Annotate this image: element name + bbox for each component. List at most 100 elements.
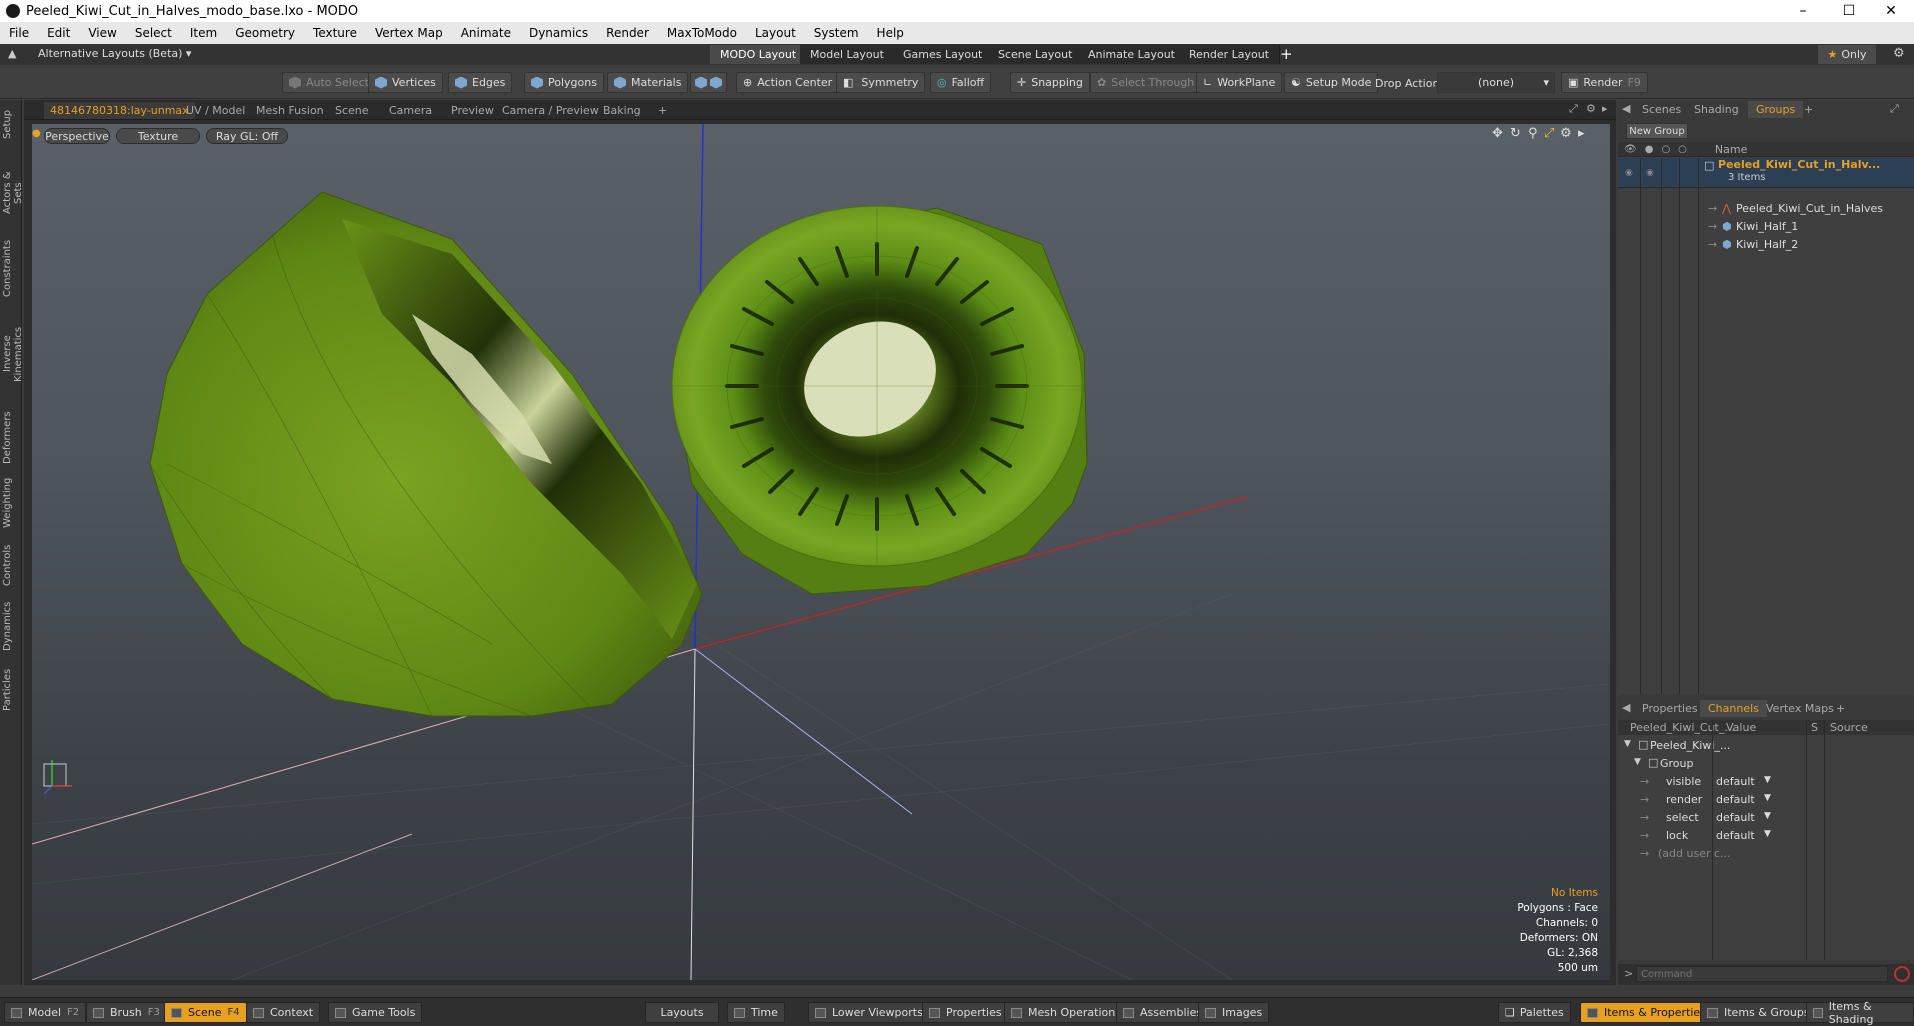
menu-select[interactable]: Select	[126, 26, 181, 40]
tab-modo-layout[interactable]: MODO Layout	[710, 45, 808, 64]
add-right-tab[interactable]: +	[1796, 101, 1821, 118]
menu-render[interactable]: Render	[597, 26, 658, 40]
vtab-actors-sets[interactable]: Actors & Sets	[2, 160, 24, 226]
items-shading-button[interactable]: Items & Shading	[1806, 1000, 1914, 1026]
vtab-weighting[interactable]: Weighting	[2, 474, 20, 532]
menu-animate[interactable]: Animate	[452, 26, 520, 40]
images-button[interactable]: Images	[1198, 1002, 1270, 1023]
add-tab-button[interactable]: +	[652, 102, 673, 119]
workplane-button[interactable]: ∟ WorkPlane	[1196, 72, 1283, 93]
new-group-button[interactable]: New Group	[1626, 123, 1688, 139]
pan-icon[interactable]: ✥	[1492, 126, 1503, 141]
gear-icon[interactable]: ⚙	[1893, 46, 1905, 61]
expand-triangle-icon[interactable]: ▼	[1624, 739, 1631, 749]
vtab-dynamics[interactable]: Dynamics	[2, 598, 20, 654]
setup-mode-button[interactable]: ☯ Setup Mode	[1284, 72, 1379, 93]
channel-row[interactable]: → visible default ▼	[1618, 773, 1914, 791]
tab-render-layout[interactable]: Render Layout	[1179, 45, 1281, 64]
model-button[interactable]: Model F2	[4, 1002, 87, 1023]
vtab-controls[interactable]: Controls	[2, 540, 20, 590]
channel-value[interactable]: default	[1716, 793, 1755, 806]
row-visibility-icon[interactable]: ◉	[1625, 168, 1633, 178]
polygons-button[interactable]: Polygons	[524, 72, 604, 93]
items-properties-button[interactable]: Items & Properties	[1580, 1002, 1713, 1023]
tab-shading[interactable]: Shading	[1686, 101, 1747, 118]
brush-button[interactable]: Brush F3	[86, 1002, 167, 1023]
scene-button[interactable]: Scene F4	[164, 1002, 247, 1023]
properties-button[interactable]: Properties	[922, 1002, 1009, 1023]
context-button[interactable]: Context	[246, 1002, 321, 1023]
drop-action-select[interactable]: (none) ▾	[1437, 72, 1555, 93]
group-child-row[interactable]: → ⋀ Peeled_Kiwi_Cut_in_Halves	[1618, 199, 1914, 217]
fit-icon[interactable]: ⤢	[1544, 126, 1554, 141]
channel-root-row[interactable]: ▼ □ Peeled_Kiwi_...	[1618, 737, 1914, 755]
3d-viewport[interactable]: ● Perspective Texture Ray GL: Off ✥ ↻ ⚲ …	[32, 124, 1610, 980]
layouts-arrow-icon[interactable]: ▲	[8, 47, 16, 60]
channel-value[interactable]: default	[1716, 829, 1755, 842]
menu-dynamics[interactable]: Dynamics	[520, 26, 597, 40]
vtab-constraints[interactable]: Constraints	[2, 238, 20, 298]
render-button[interactable]: ▣ Render F9	[1561, 72, 1648, 93]
panel-collapse-icon[interactable]: ◀	[1622, 102, 1630, 115]
group-root-row[interactable]: ◉ ◉ □ Peeled_Kiwi_Cut_in_Halv... 3 Items	[1618, 158, 1914, 188]
expand-triangle-icon[interactable]: ▼	[1634, 757, 1641, 767]
group-child-row[interactable]: → ⬢ Kiwi_Half_1	[1618, 217, 1914, 235]
menu-texture[interactable]: Texture	[304, 26, 366, 40]
action-center-button[interactable]: ⊕ Action Center	[736, 72, 840, 93]
menu-file[interactable]: File	[0, 26, 38, 40]
tab-channels[interactable]: Channels	[1700, 700, 1767, 717]
tab-camera[interactable]: Camera	[383, 102, 438, 119]
tab-camera-preview[interactable]: Camera / Preview	[496, 102, 605, 119]
panel-menu-icon[interactable]: ▸	[1602, 102, 1608, 115]
alternative-layouts-dropdown[interactable]: Alternative Layouts (Beta) ▾	[38, 47, 191, 60]
viewport-gear-icon[interactable]: ⚙	[1560, 126, 1572, 141]
tab-uv-model[interactable]: UV / Model	[180, 102, 251, 119]
add-layout-icon[interactable]: +	[1280, 45, 1293, 63]
chevron-down-icon[interactable]: ▼	[1764, 829, 1771, 839]
tab-groups[interactable]: Groups	[1748, 101, 1804, 118]
menu-edit[interactable]: Edit	[38, 26, 79, 40]
vtab-deformers[interactable]: Deformers	[2, 410, 20, 466]
kiwi-half-2-mesh[interactable]	[671, 205, 1088, 595]
falloff-button[interactable]: ◎ Falloff	[930, 72, 992, 93]
panel-collapse-icon[interactable]: ◀	[1622, 701, 1630, 714]
vtab-particles[interactable]: Particles	[2, 662, 20, 718]
row-render-icon[interactable]: ◉	[1646, 168, 1654, 178]
texture-button[interactable]: Texture	[116, 128, 200, 144]
layouts-button[interactable]: Layouts	[645, 1002, 719, 1023]
menu-layout[interactable]: Layout	[746, 26, 805, 40]
add-bottom-tab[interactable]: +	[1828, 700, 1853, 717]
raygl-button[interactable]: Ray GL: Off	[206, 128, 288, 144]
channel-value[interactable]: default	[1716, 775, 1755, 788]
rotate-icon[interactable]: ↻	[1510, 126, 1521, 141]
channel-row[interactable]: → select default ▼	[1618, 809, 1914, 827]
tab-scene-layout[interactable]: Scene Layout	[988, 45, 1084, 64]
add-user-channel-row[interactable]: → (add user c...	[1618, 845, 1914, 863]
close-icon[interactable]: ✕	[1868, 0, 1914, 22]
auto-select-button[interactable]: Auto Select	[282, 72, 376, 93]
expand-icon[interactable]: ⤢	[1569, 102, 1578, 116]
assemblies-button[interactable]: Assemblies	[1116, 1002, 1210, 1023]
tab-scenes[interactable]: Scenes	[1634, 101, 1689, 118]
tab-baking[interactable]: Baking	[597, 102, 647, 119]
menu-help[interactable]: Help	[868, 26, 913, 40]
time-button[interactable]: Time	[727, 1002, 785, 1023]
channel-row[interactable]: → lock default ▼	[1618, 827, 1914, 845]
mesh-operations-button[interactable]: Mesh Operations	[1004, 1002, 1128, 1023]
channel-group-row[interactable]: ▼ □ Group	[1618, 755, 1914, 773]
command-input[interactable]	[1636, 966, 1888, 982]
vertices-button[interactable]: Vertices	[368, 72, 443, 93]
tab-model-layout[interactable]: Model Layout	[800, 45, 895, 64]
tab-properties[interactable]: Properties	[1634, 700, 1706, 717]
menu-system[interactable]: System	[805, 26, 868, 40]
perspective-button[interactable]: Perspective	[44, 128, 110, 144]
tab-mesh-fusion[interactable]: Mesh Fusion	[250, 102, 330, 119]
group-child-row[interactable]: → ⬢ Kiwi_Half_2	[1618, 235, 1914, 253]
palettes-button[interactable]: ❏ Palettes	[1498, 1002, 1571, 1023]
tab-animate-layout[interactable]: Animate Layout	[1078, 45, 1186, 64]
vtab-setup[interactable]: Setup	[2, 108, 20, 140]
record-icon[interactable]	[1894, 966, 1910, 982]
select-through-button[interactable]: ✿ Select Through	[1090, 72, 1202, 93]
viewport-arrow-icon[interactable]: ▸	[1578, 126, 1585, 141]
maximize-icon[interactable]: ☐	[1826, 0, 1872, 22]
